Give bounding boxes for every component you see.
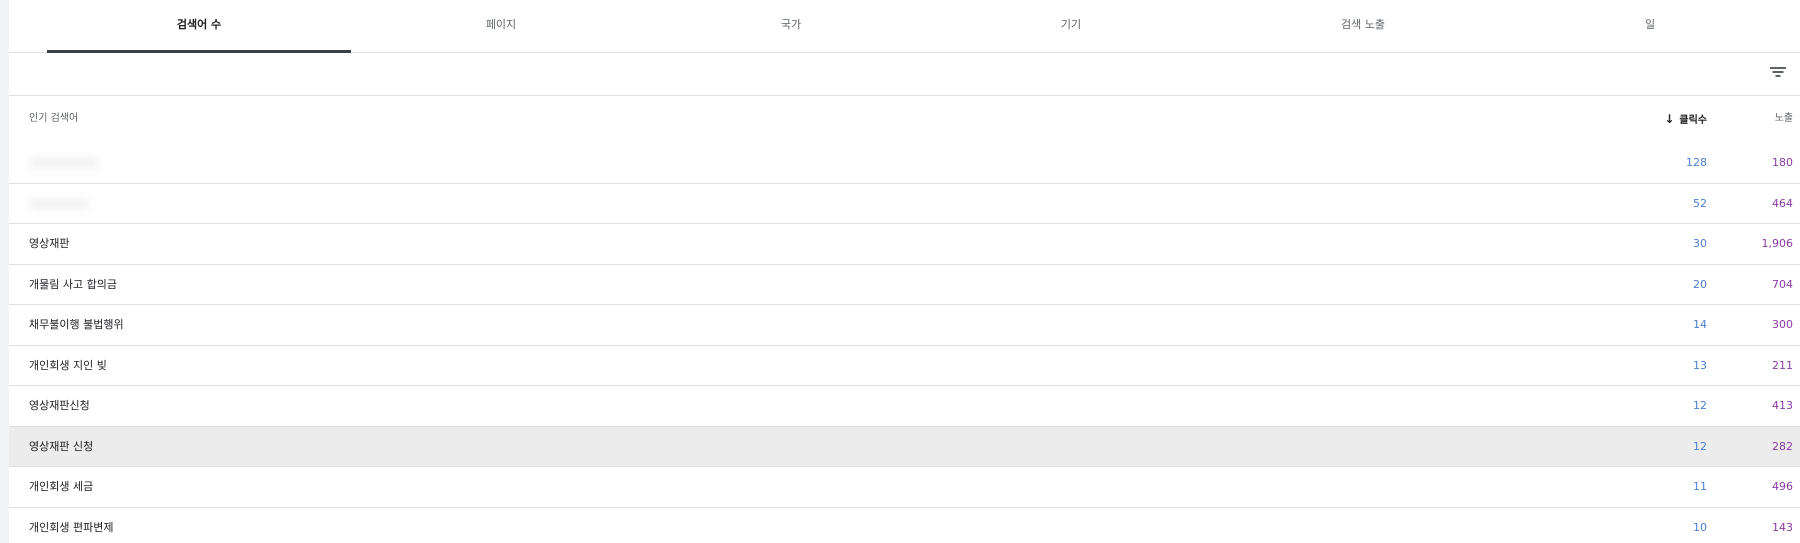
row-query: 영상재판 신청 bbox=[29, 439, 94, 453]
row-impressions: 413 bbox=[1772, 399, 1793, 412]
tab-countries[interactable]: 국가 bbox=[651, 0, 931, 52]
filter-row bbox=[9, 53, 1800, 96]
row-impressions: 143 bbox=[1772, 520, 1793, 534]
table-body: 128 180 52 464 영상재판 30 1,906 개물림 사고 합의금 20 704 채무불… bbox=[9, 143, 1800, 543]
row-query: 채무불이행 불법행위 bbox=[29, 318, 124, 331]
row-clicks: 20 bbox=[1693, 277, 1707, 291]
row-clicks: 12 bbox=[1693, 439, 1707, 453]
row-query bbox=[29, 198, 89, 209]
row-query: 개인회생 세금 bbox=[29, 480, 94, 493]
row-clicks: 10 bbox=[1693, 520, 1707, 534]
performance-card: 검색어 수 페이지 국가 기기 검색 노출 일 인기 검색어 ↓ 클릭수 노출 1… bbox=[9, 0, 1800, 543]
table-row[interactable]: 영상재판 신청 12 282 bbox=[9, 426, 1800, 467]
table-row[interactable]: 128 180 bbox=[9, 143, 1800, 184]
table-header: 인기 검색어 ↓ 클릭수 노출 bbox=[9, 96, 1800, 144]
header-query[interactable]: 인기 검색어 bbox=[29, 96, 78, 142]
row-clicks: 14 bbox=[1693, 318, 1707, 331]
row-impressions: 282 bbox=[1772, 439, 1793, 453]
row-impressions: 704 bbox=[1772, 277, 1793, 291]
table-row[interactable]: 영상재판신청 12 413 bbox=[9, 386, 1800, 427]
table-row[interactable]: 개인회생 편파변제 10 143 bbox=[9, 507, 1800, 543]
row-clicks: 30 bbox=[1693, 237, 1707, 250]
table-row[interactable]: 영상재판 30 1,906 bbox=[9, 224, 1800, 265]
row-query bbox=[29, 158, 99, 168]
tab-devices[interactable]: 기기 bbox=[931, 0, 1211, 52]
tab-pages[interactable]: 페이지 bbox=[351, 0, 651, 52]
tab-queries[interactable]: 검색어 수 bbox=[47, 0, 351, 53]
row-impressions: 180 bbox=[1772, 156, 1793, 169]
row-clicks: 11 bbox=[1693, 480, 1707, 493]
row-clicks: 12 bbox=[1693, 399, 1707, 412]
row-query: 개물림 사고 합의금 bbox=[29, 277, 117, 291]
table-row[interactable]: 개인회생 세금 11 496 bbox=[9, 467, 1800, 508]
row-impressions: 464 bbox=[1772, 196, 1793, 210]
row-query: 개인회생 편파변제 bbox=[29, 520, 114, 534]
row-query: 영상재판 bbox=[29, 237, 70, 250]
header-impressions[interactable]: 노출 bbox=[1775, 96, 1793, 142]
filter-icon[interactable] bbox=[1770, 65, 1786, 79]
row-clicks: 13 bbox=[1693, 358, 1707, 372]
arrow-down-icon: ↓ bbox=[1664, 112, 1675, 126]
row-query: 개인회생 지인 빚 bbox=[29, 358, 107, 372]
table-row[interactable]: 개물림 사고 합의금 20 704 bbox=[9, 264, 1800, 305]
table-row[interactable]: 52 464 bbox=[9, 183, 1800, 224]
row-impressions: 211 bbox=[1772, 358, 1793, 372]
row-impressions: 1,906 bbox=[1761, 237, 1794, 250]
row-clicks: 128 bbox=[1686, 156, 1707, 169]
header-clicks-label: 클릭수 bbox=[1679, 115, 1707, 126]
row-impressions: 300 bbox=[1772, 318, 1793, 331]
table-row[interactable]: 개인회생 지인 빚 13 211 bbox=[9, 345, 1800, 386]
tab-search-appearance[interactable]: 검색 노출 bbox=[1211, 0, 1515, 52]
row-query: 영상재판신청 bbox=[29, 399, 90, 412]
dimension-tabs: 검색어 수 페이지 국가 기기 검색 노출 일 bbox=[9, 0, 1800, 53]
table-row[interactable]: 채무불이행 불법행위 14 300 bbox=[9, 305, 1800, 346]
row-clicks: 52 bbox=[1693, 196, 1707, 210]
row-impressions: 496 bbox=[1772, 480, 1793, 493]
tab-dates[interactable]: 일 bbox=[1515, 0, 1785, 52]
header-clicks[interactable]: ↓ 클릭수 bbox=[1664, 96, 1707, 144]
